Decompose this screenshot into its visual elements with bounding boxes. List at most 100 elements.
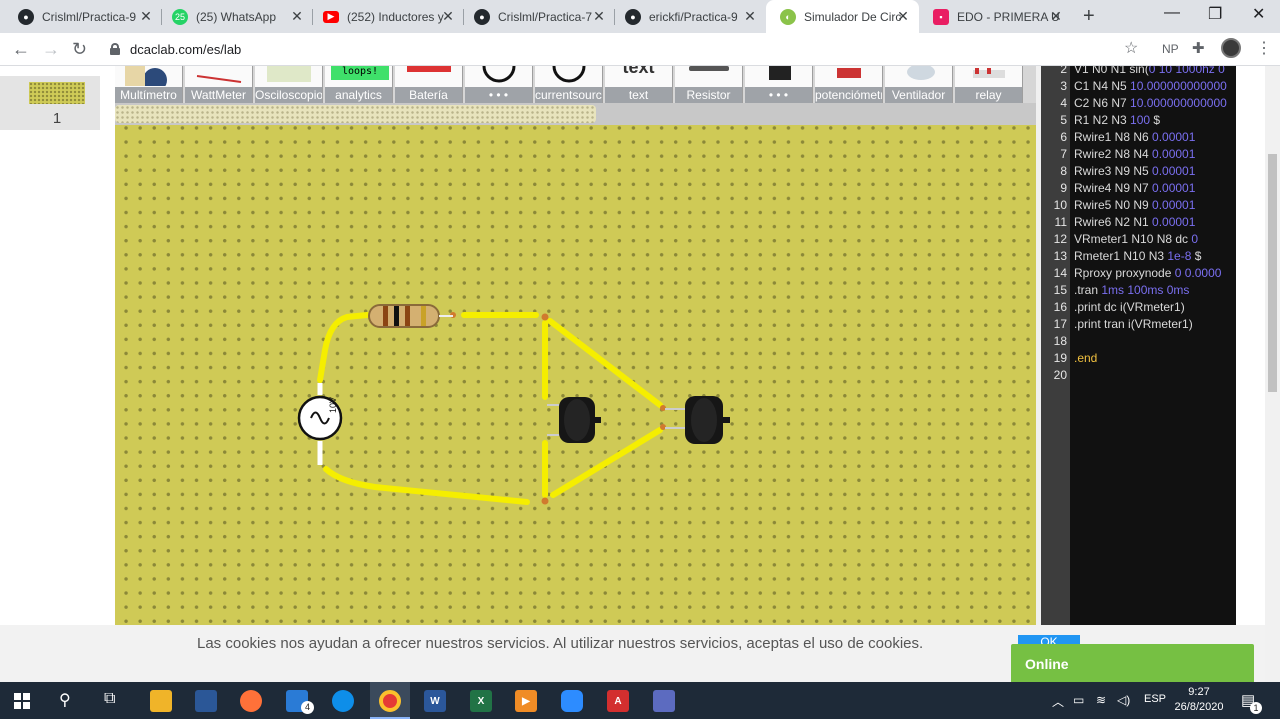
capacitor-c2[interactable] — [665, 396, 730, 444]
netlist-line[interactable]: 18 — [1041, 333, 1236, 350]
palette-text[interactable]: text text — [605, 66, 673, 103]
menu-kebab-icon[interactable]: ⋮ — [1256, 38, 1272, 58]
wire[interactable] — [547, 318, 663, 408]
calculator-icon[interactable] — [653, 690, 675, 712]
browser-tab[interactable]: ● erickfi/Practica-9 ✕ — [611, 0, 766, 33]
browser-tab[interactable]: 25 (25) WhatsApp ✕ — [158, 0, 313, 33]
netlist-line[interactable]: 8 Rwire3 N9 N5 0.00001 — [1041, 163, 1236, 180]
netlist-line[interactable]: 13 Rmeter1 N10 N3 1e-8 $ — [1041, 248, 1236, 265]
browser-tab-active[interactable]: ◐ Simulador De Circ ✕ — [766, 0, 919, 33]
store-icon[interactable] — [195, 690, 217, 712]
netlist-code-editor[interactable]: 2 V1 N0 N1 sin(0 10 1000hz 0 3 C1 N4 N5 10.… — [1041, 66, 1236, 626]
netlist-line[interactable]: 3 C1 N4 N5 10.000000000000 — [1041, 78, 1236, 95]
netlist-line[interactable]: 12 VRmeter1 N10 N8 dc 0 — [1041, 231, 1236, 248]
search-icon[interactable]: ⚲ — [59, 690, 71, 710]
chevron-up-icon[interactable]: ︿ — [1052, 693, 1064, 710]
reload-icon[interactable]: ↻ — [72, 39, 87, 60]
extension-np-icon[interactable]: NP — [1162, 42, 1179, 56]
close-icon[interactable]: ✕ — [895, 8, 911, 25]
chrome-icon[interactable] — [379, 690, 401, 712]
firefox-icon[interactable] — [240, 690, 262, 712]
forward-icon[interactable]: → — [42, 39, 60, 60]
circuit-node[interactable] — [541, 497, 549, 505]
close-icon[interactable]: ✕ — [742, 8, 758, 25]
volume-icon[interactable]: ◁) — [1117, 693, 1130, 707]
ac-voltage-source[interactable]: 10V — [297, 395, 343, 441]
address-bar[interactable]: dcaclab.com/es/lab — [104, 35, 1144, 63]
circuit-node[interactable] — [541, 313, 549, 321]
minimize-icon[interactable]: — — [1164, 4, 1180, 22]
palette-more-1[interactable]: • • • — [465, 66, 533, 103]
close-icon[interactable]: ✕ — [138, 8, 154, 25]
line-number: 7 — [1060, 147, 1067, 161]
netlist-line[interactable]: 20 — [1041, 367, 1236, 384]
browser-tab[interactable]: ▶ (252) Inductores y ✕ — [309, 0, 464, 33]
breadboard-thumbnail[interactable] — [29, 82, 85, 104]
netlist-line[interactable]: 16 .print dc i(VRmeter1) — [1041, 299, 1236, 316]
avatar[interactable] — [1221, 38, 1241, 58]
palette-fan[interactable]: Ventilador — [885, 66, 953, 103]
restore-icon[interactable]: ❐ — [1208, 4, 1222, 24]
scrollbar-thumb[interactable] — [1268, 154, 1277, 392]
netlist-line[interactable]: 14 Rproxy proxynode 0 0.0000 — [1041, 265, 1236, 282]
palette-multimeter[interactable]: Multímetro — [115, 66, 183, 103]
palette-relay[interactable]: relay — [955, 66, 1023, 103]
zoom-icon[interactable] — [561, 690, 583, 712]
circuit-board[interactable]: 10V — [115, 125, 1036, 682]
netlist-line[interactable]: 15 .tran 1ms 100ms 0ms — [1041, 282, 1236, 299]
excel-icon[interactable]: X — [470, 690, 492, 712]
media-player-icon[interactable]: ▶ — [515, 690, 537, 712]
netlist-line[interactable]: 11 Rwire6 N2 N1 0.00001 — [1041, 214, 1236, 231]
bookmark-star-icon[interactable]: ☆ — [1124, 38, 1138, 58]
netlist-line[interactable]: 17 .print tran i(VRmeter1) — [1041, 316, 1236, 333]
file-explorer-icon[interactable] — [150, 690, 172, 712]
palette-wattmeter[interactable]: WattMeter — [185, 66, 253, 103]
palette-analytics[interactable]: loops! analytics — [325, 66, 393, 103]
capacitor-c1[interactable] — [547, 397, 601, 443]
palette-potentiometer[interactable]: potenciómetro — [815, 66, 883, 103]
close-icon[interactable]: ✕ — [289, 8, 305, 25]
breadboard-strip[interactable] — [115, 105, 596, 123]
palette-resistor[interactable]: Resistor — [675, 66, 743, 103]
wifi-icon[interactable]: ≋ — [1096, 693, 1106, 707]
acrobat-icon[interactable]: A — [607, 690, 629, 712]
windows-start-icon[interactable] — [14, 693, 30, 709]
battery-icon[interactable]: ▭ — [1073, 693, 1084, 707]
palette-battery[interactable]: Batería — [395, 66, 463, 103]
chat-widget[interactable]: Online — [1011, 644, 1254, 682]
palette-more-2[interactable]: • • • — [745, 66, 813, 103]
netlist-line[interactable]: 5 R1 N2 N3 100 $ — [1041, 112, 1236, 129]
netlist-line[interactable]: 6 Rwire1 N8 N6 0.00001 — [1041, 129, 1236, 146]
extensions-puzzle-icon[interactable]: ✚ — [1192, 39, 1205, 57]
line-number: 9 — [1060, 181, 1067, 195]
browser-tab[interactable]: ● Crislml/Practica-9 ✕ — [4, 0, 162, 33]
close-icon[interactable]: ✕ — [440, 8, 456, 25]
page-scrollbar[interactable] — [1265, 66, 1280, 682]
page-thumbnail-panel[interactable]: 1 — [0, 76, 100, 130]
palette-oscilloscope[interactable]: Osciloscopio — [255, 66, 323, 103]
browser-tab[interactable]: ▪ EDO - PRIMERA U ✕ — [919, 0, 1072, 33]
netlist-line[interactable]: 2 V1 N0 N1 sin(0 10 1000hz 0 — [1041, 66, 1236, 78]
resistor[interactable] — [368, 304, 453, 328]
netlist-line[interactable]: 10 Rwire5 N0 N9 0.00001 — [1041, 197, 1236, 214]
close-icon[interactable]: ✕ — [591, 8, 607, 25]
close-icon[interactable]: ✕ — [1048, 8, 1064, 25]
clock[interactable]: 9:27 26/8/2020 — [1168, 685, 1230, 715]
netlist-line[interactable]: 19 .end — [1041, 350, 1236, 367]
new-tab-button[interactable]: + — [1083, 5, 1095, 28]
close-window-icon[interactable]: ✕ — [1252, 4, 1265, 24]
analytics-sign: loops! — [331, 66, 389, 80]
netlist-line[interactable]: 4 C2 N6 N7 10.000000000000 — [1041, 95, 1236, 112]
word-icon[interactable]: W — [424, 690, 446, 712]
palette-currentsource[interactable]: currentsource — [535, 66, 603, 103]
browser-tab[interactable]: ● Crislml/Practica-7 ✕ — [460, 0, 615, 33]
language-indicator[interactable]: ESP — [1144, 693, 1166, 705]
wire[interactable] — [323, 466, 530, 505]
edge-icon[interactable] — [332, 690, 354, 712]
line-number: 10 — [1053, 198, 1067, 212]
task-view-icon[interactable]: ⧉ — [104, 690, 115, 708]
wire[interactable] — [317, 312, 370, 383]
netlist-line[interactable]: 9 Rwire4 N9 N7 0.00001 — [1041, 180, 1236, 197]
netlist-line[interactable]: 7 Rwire2 N8 N4 0.00001 — [1041, 146, 1236, 163]
back-icon[interactable]: ← — [12, 39, 30, 60]
